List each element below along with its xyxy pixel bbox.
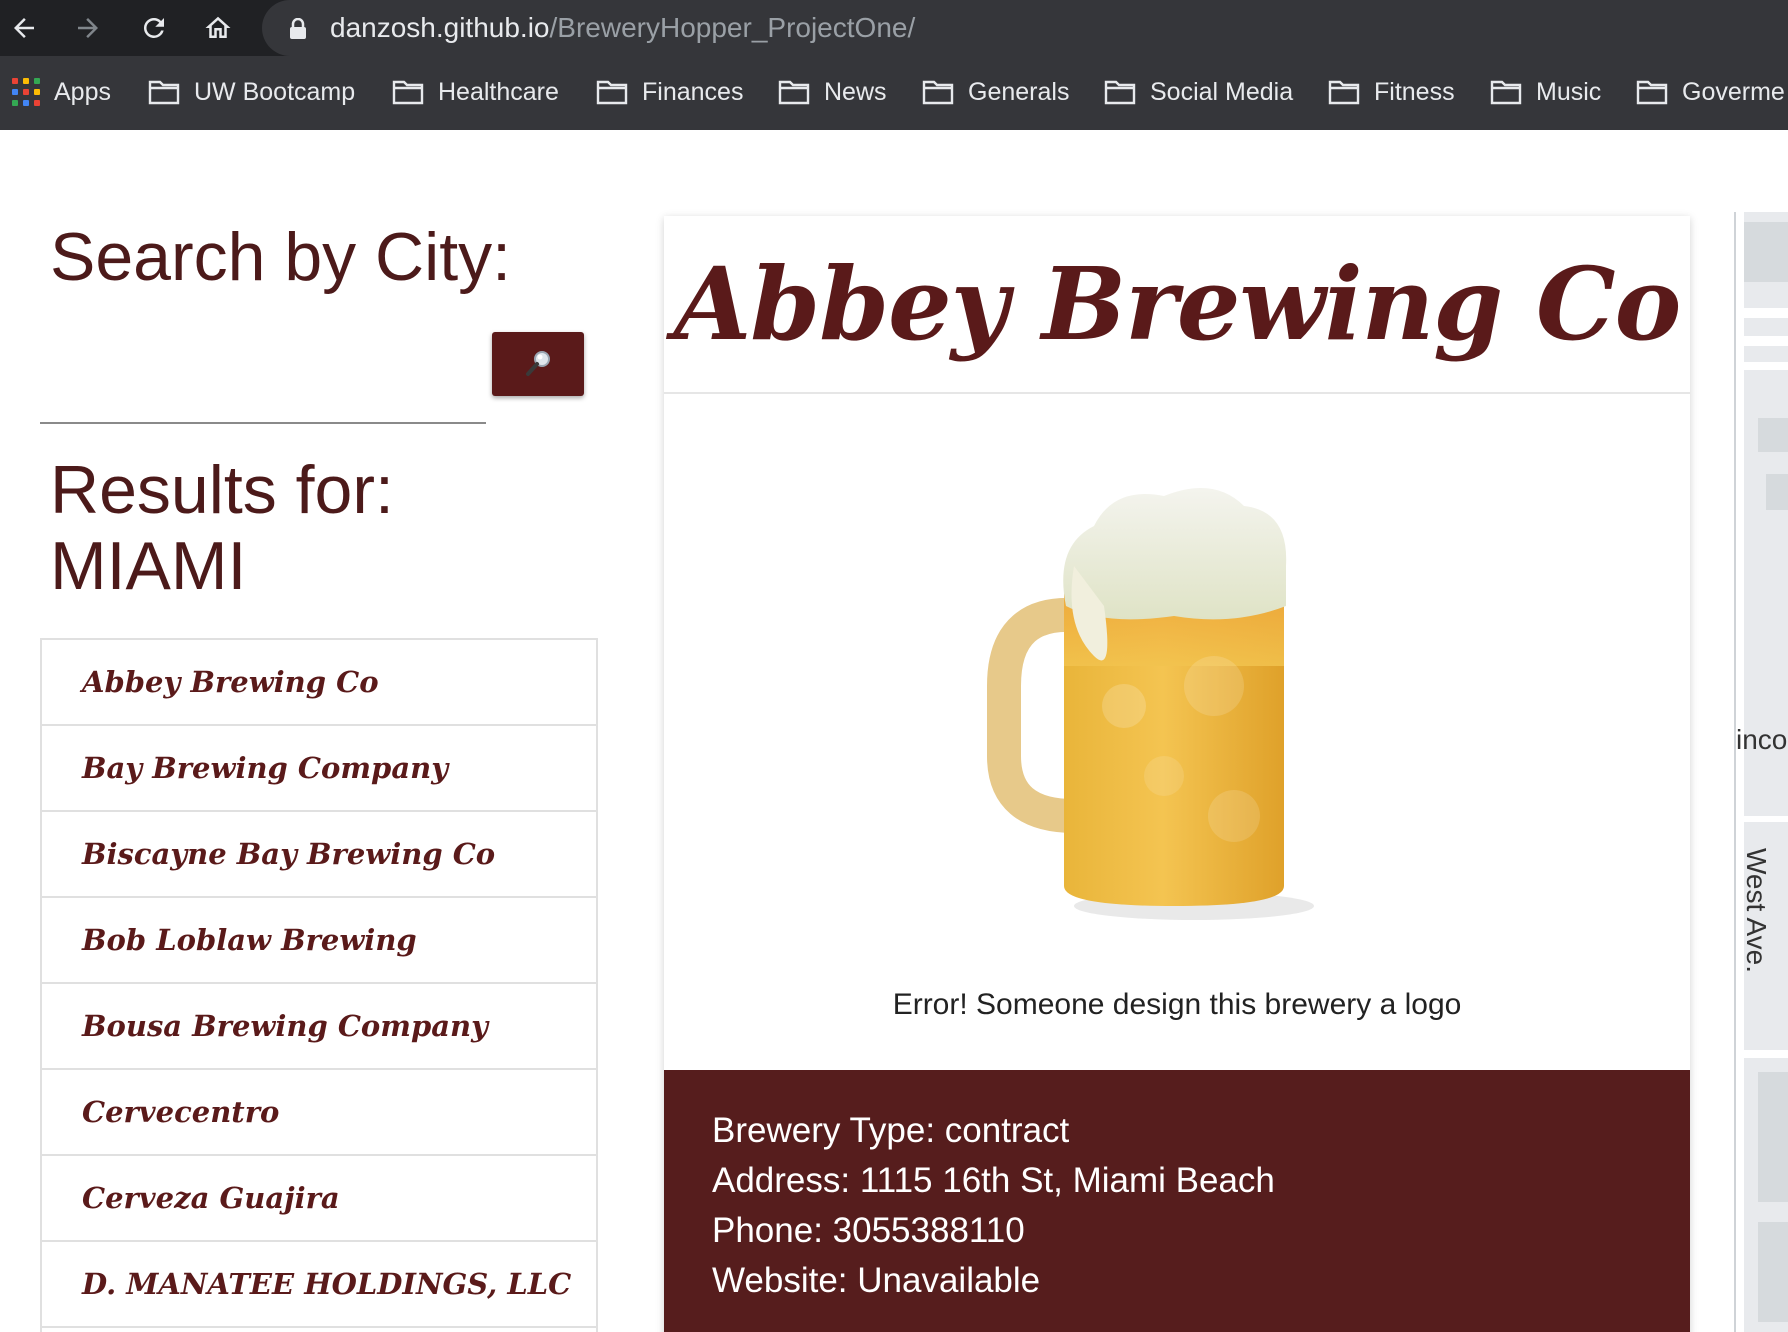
browser-chrome: danzosh.github.io/BreweryHopper_ProjectO… <box>0 0 1788 130</box>
bookmark-folder[interactable]: News <box>778 70 887 114</box>
brewery-address: Address: 1115 16th St, Miami Beach <box>712 1161 1275 1200</box>
search-heading: Search by City: <box>50 219 512 295</box>
bookmark-folder[interactable]: Finances <box>596 70 743 114</box>
folder-icon <box>596 80 628 105</box>
bookmark-label: Music <box>1536 77 1602 106</box>
brewery-website: Website: Unavailable <box>712 1261 1041 1300</box>
result-item[interactable]: Cerveza Guajira <box>42 1156 596 1242</box>
url-text[interactable]: danzosh.github.io/BreweryHopper_ProjectO… <box>330 11 915 45</box>
folder-icon <box>1104 80 1136 105</box>
logo-error-message: Error! Someone design this brewery a log… <box>892 988 1462 1021</box>
bookmark-folder[interactable]: Goverme <box>1636 70 1785 114</box>
folder-icon <box>392 80 424 105</box>
apps-grid-icon <box>12 78 40 106</box>
result-item[interactable]: Bay Brewing Company <box>42 726 596 812</box>
result-item[interactable]: Bob Loblaw Brewing <box>42 898 596 984</box>
lock-icon <box>290 18 306 39</box>
reload-button[interactable] <box>134 8 174 48</box>
reload-icon <box>143 17 164 38</box>
brewery-card: Abbey Brewing Co Error! Someone design t… <box>664 216 1690 1332</box>
brewery-phone: Phone: 3055388110 <box>712 1211 1025 1250</box>
bookmark-folder[interactable]: Music <box>1490 70 1601 114</box>
url-domain: danzosh.github.io <box>330 12 550 43</box>
search-button[interactable] <box>492 332 584 396</box>
map-street-label: inco <box>1736 724 1788 755</box>
brewery-name: Abbey Brewing Co <box>673 245 1682 363</box>
result-item[interactable]: Abbey Brewing Co <box>42 640 596 726</box>
card-header: Abbey Brewing Co <box>664 216 1690 394</box>
folder-icon <box>922 80 954 105</box>
results-heading: Results for: MIAMI <box>50 452 394 604</box>
result-item[interactable]: Cervecentro <box>42 1070 596 1156</box>
bookmark-label: Finances <box>642 77 744 106</box>
bookmark-label: Generals <box>968 77 1070 106</box>
folder-icon <box>1490 80 1522 105</box>
bookmark-folder[interactable]: Social Media <box>1104 70 1293 114</box>
url-path: /BreweryHopper_ProjectOne/ <box>549 12 916 43</box>
folder-icon <box>148 80 180 105</box>
bookmark-label: Apps <box>54 77 111 106</box>
bookmark-folder[interactable]: Generals <box>922 70 1069 114</box>
bookmark-label: Goverme <box>1682 77 1785 106</box>
results-label: Results for: <box>50 452 394 528</box>
bookmark-label: Healthcare <box>438 77 559 106</box>
back-button[interactable] <box>4 8 44 48</box>
brewery-type: Brewery Type: contract <box>712 1111 1070 1150</box>
home-icon <box>205 16 231 38</box>
browser-toolbar: danzosh.github.io/BreweryHopper_ProjectO… <box>0 0 1788 56</box>
result-item[interactable]: D. MANATEE HOLDINGS, LLC <box>42 1242 596 1328</box>
bookmark-folder[interactable]: Fitness <box>1328 70 1455 114</box>
arrow-left-icon <box>14 18 34 38</box>
brewery-info-panel: Brewery Type: contract Address: 1115 16t… <box>664 1070 1690 1332</box>
bookmarks-bar: Apps UW Bootcamp Healthcare Finances New… <box>0 70 1788 114</box>
arrow-right-icon <box>78 18 98 38</box>
bookmark-folder[interactable]: Healthcare <box>392 70 559 114</box>
bookmark-apps[interactable]: Apps <box>12 70 111 114</box>
brewery-results-list: Abbey Brewing Co Bay Brewing Company Bis… <box>40 638 598 1332</box>
map-view[interactable]: inco West Ave. <box>1734 212 1788 1332</box>
beer-mug-image <box>987 488 1314 920</box>
bookmark-folder[interactable]: UW Bootcamp <box>148 70 355 114</box>
bookmark-label: News <box>824 77 887 106</box>
page-root: danzosh.github.io/BreweryHopper_ProjectO… <box>0 0 1788 1332</box>
city-search-input[interactable] <box>40 328 486 424</box>
folder-icon <box>778 80 810 105</box>
folder-icon <box>1636 80 1668 105</box>
results-city: MIAMI <box>50 528 247 604</box>
folder-icon <box>1328 80 1360 105</box>
map-street-label: West Ave. <box>1741 848 1772 974</box>
bookmark-label: Fitness <box>1374 77 1455 106</box>
bookmark-label: UW Bootcamp <box>194 77 356 106</box>
bookmark-label: Social Media <box>1150 77 1294 106</box>
magnifier-icon <box>526 351 550 376</box>
forward-button[interactable] <box>68 8 108 48</box>
result-item[interactable]: Biscayne Bay Brewing Co <box>42 812 596 898</box>
home-button[interactable] <box>198 8 238 48</box>
result-item[interactable]: Bousa Brewing Company <box>42 984 596 1070</box>
